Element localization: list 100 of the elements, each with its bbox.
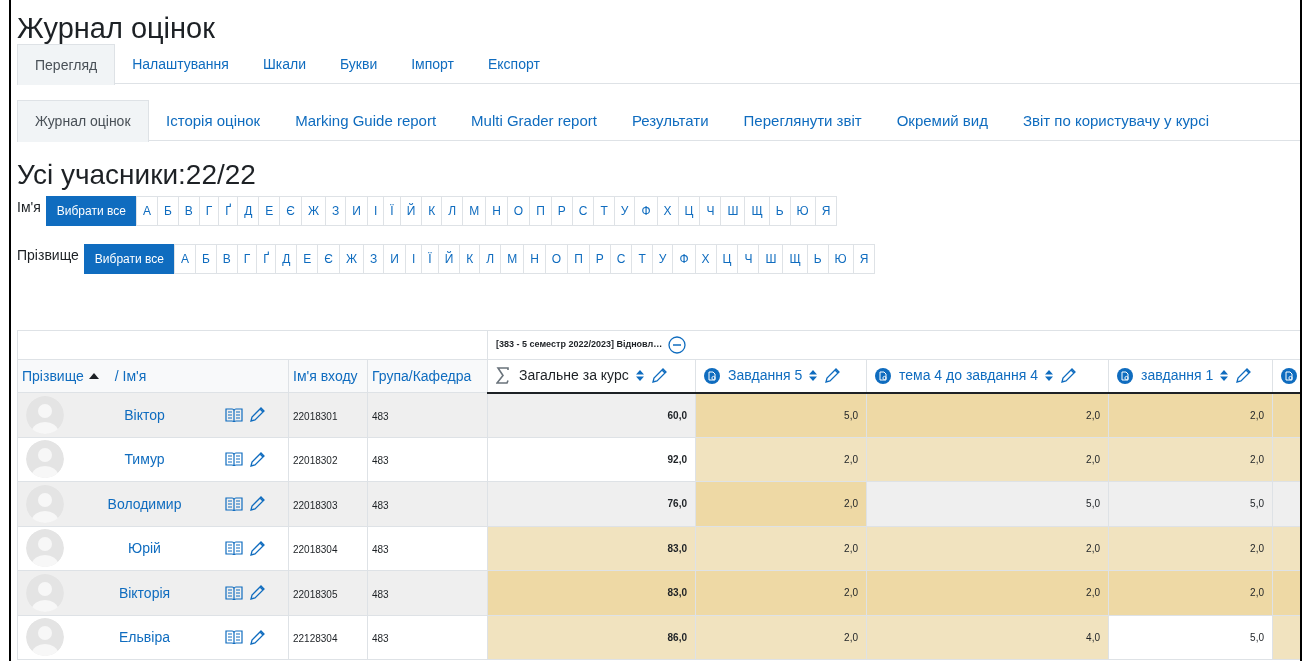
initial-filter-button[interactable]: Л (479, 244, 502, 274)
edit-icon[interactable] (249, 406, 266, 424)
initial-filter-button[interactable]: Д (275, 244, 298, 274)
initial-filter-button[interactable]: Х (656, 196, 679, 226)
book-icon[interactable] (225, 406, 243, 423)
grade-cell[interactable]: 5,0 (866, 481, 1109, 526)
initial-filter-button[interactable]: Ю (789, 196, 816, 226)
initial-filter-button[interactable]: В (177, 196, 200, 226)
tab[interactable]: Окремий вид (879, 100, 1006, 141)
grade-cell[interactable]: 2,0 (866, 570, 1109, 615)
book-icon[interactable] (225, 451, 243, 468)
grade-cell[interactable]: 60,0 (487, 392, 696, 437)
initial-filter-button[interactable]: Ф (672, 244, 696, 274)
tab[interactable]: Експорт (471, 44, 557, 84)
initial-filter-button[interactable]: Т (631, 244, 653, 274)
edit-icon[interactable] (650, 367, 668, 385)
grade-cell[interactable]: 76,0 (487, 481, 696, 526)
initial-filter-button[interactable]: М (500, 244, 525, 274)
book-icon[interactable] (225, 629, 243, 646)
initial-filter-button[interactable]: Х (694, 244, 717, 274)
sort-icon[interactable] (1044, 369, 1055, 383)
edit-icon[interactable] (824, 367, 842, 385)
initial-filter-button[interactable]: З (363, 244, 385, 274)
initial-filter-button[interactable]: Є (317, 244, 340, 274)
tab[interactable]: Імпорт (394, 44, 471, 84)
initial-filter-button[interactable]: Н (485, 196, 508, 226)
initial-filter-button[interactable]: К (421, 196, 443, 226)
initial-filter-button[interactable]: Л (441, 196, 464, 226)
student-name-link[interactable]: Володимир (107, 495, 182, 512)
student-name-link[interactable]: Віктор (124, 406, 165, 423)
initial-filter-button[interactable]: Я (852, 244, 876, 274)
grade-cell[interactable]: 2,0 (695, 526, 867, 571)
initial-filter-button[interactable]: Я (814, 196, 838, 226)
student-name-link[interactable]: Тимур (124, 451, 165, 468)
edit-icon[interactable] (1235, 367, 1253, 385)
edit-icon[interactable] (249, 450, 266, 468)
initial-filter-button[interactable]: Ж (339, 244, 365, 274)
initial-filter-button[interactable]: Ю (827, 244, 854, 274)
sort-icon[interactable] (808, 369, 819, 383)
tab[interactable]: Результати (614, 100, 727, 141)
initial-filter-button[interactable]: Вибрати все (83, 244, 175, 274)
initial-filter-button[interactable]: О (506, 196, 531, 226)
grade-cell[interactable]: 4,0 (866, 615, 1109, 660)
column-header-link[interactable]: Прізвище (22, 365, 84, 387)
book-icon[interactable] (225, 495, 243, 512)
student-name-link[interactable]: Юрій (128, 540, 161, 557)
initial-filter-button[interactable]: З (325, 196, 347, 226)
student-name-link[interactable]: Ельвіра (119, 629, 170, 646)
grade-cell[interactable]: 2,0 (1108, 526, 1273, 571)
column-header-link[interactable]: / Ім'я (114, 365, 147, 387)
initial-filter-button[interactable]: Ч (699, 196, 722, 226)
edit-icon[interactable] (249, 628, 266, 646)
grade-cell[interactable]: 2,0 (866, 437, 1109, 482)
initial-filter-button[interactable]: Ґ (218, 196, 239, 226)
grade-cell[interactable]: 2,0 (695, 570, 867, 615)
initial-filter-button[interactable]: А (135, 196, 158, 226)
tab[interactable]: Історія оцінок (148, 100, 278, 141)
grade-cell[interactable]: 86,0 (487, 615, 696, 660)
initial-filter-button[interactable]: Р (550, 196, 573, 226)
grade-cell[interactable]: 83,0 (487, 526, 696, 571)
initial-filter-button[interactable]: У (651, 244, 674, 274)
grade-cell[interactable]: 2,0 (866, 526, 1109, 571)
book-icon[interactable] (225, 584, 243, 601)
tab[interactable]: Перегляд (17, 44, 116, 85)
initial-filter-button[interactable]: Ї (383, 196, 401, 226)
initial-filter-button[interactable]: Т (593, 196, 615, 226)
initial-filter-button[interactable]: Ч (737, 244, 760, 274)
initial-filter-button[interactable]: Ь (806, 244, 829, 274)
grade-cell[interactable]: 2,0 (695, 481, 867, 526)
initial-filter-button[interactable]: Ш (720, 196, 746, 226)
tab[interactable]: Журнал оцінок (17, 100, 149, 142)
tab[interactable]: Переглянути звіт (726, 100, 880, 141)
initial-filter-button[interactable]: И (383, 244, 406, 274)
student-name-link[interactable]: Вікторія (118, 584, 171, 601)
initial-filter-button[interactable]: Б (194, 244, 217, 274)
edit-icon[interactable] (249, 495, 266, 513)
initial-filter-button[interactable]: У (613, 196, 636, 226)
initial-filter-button[interactable]: Щ (782, 244, 808, 274)
grade-cell[interactable]: 2,0 (866, 392, 1109, 437)
grade-cell[interactable]: 83,0 (487, 570, 696, 615)
grade-cell[interactable]: 5,0 (1108, 615, 1273, 660)
initial-filter-button[interactable]: Н (523, 244, 546, 274)
book-icon[interactable] (225, 540, 243, 557)
sort-icon[interactable] (634, 369, 645, 383)
initial-filter-button[interactable]: О (544, 244, 569, 274)
initial-filter-button[interactable]: Ф (634, 196, 658, 226)
initial-filter-button[interactable]: П (529, 196, 552, 226)
tab[interactable]: Шкали (245, 44, 323, 84)
initial-filter-button[interactable]: Ї (421, 244, 439, 274)
tab[interactable]: Звіт по користувачу у курсі (1005, 100, 1227, 141)
collapse-icon[interactable] (668, 336, 687, 354)
grade-cell[interactable]: 2,0 (1108, 570, 1273, 615)
initial-filter-button[interactable]: Р (588, 244, 611, 274)
grade-cell[interactable]: 2,0 (695, 437, 867, 482)
initial-filter-button[interactable]: Е (258, 196, 281, 226)
initial-filter-button[interactable]: Ґ (256, 244, 277, 274)
sort-icon[interactable] (1219, 369, 1230, 383)
initial-filter-button[interactable]: К (459, 244, 481, 274)
grade-cell[interactable]: 92,0 (487, 437, 696, 482)
grade-cell[interactable]: 2,0 (1108, 392, 1273, 437)
